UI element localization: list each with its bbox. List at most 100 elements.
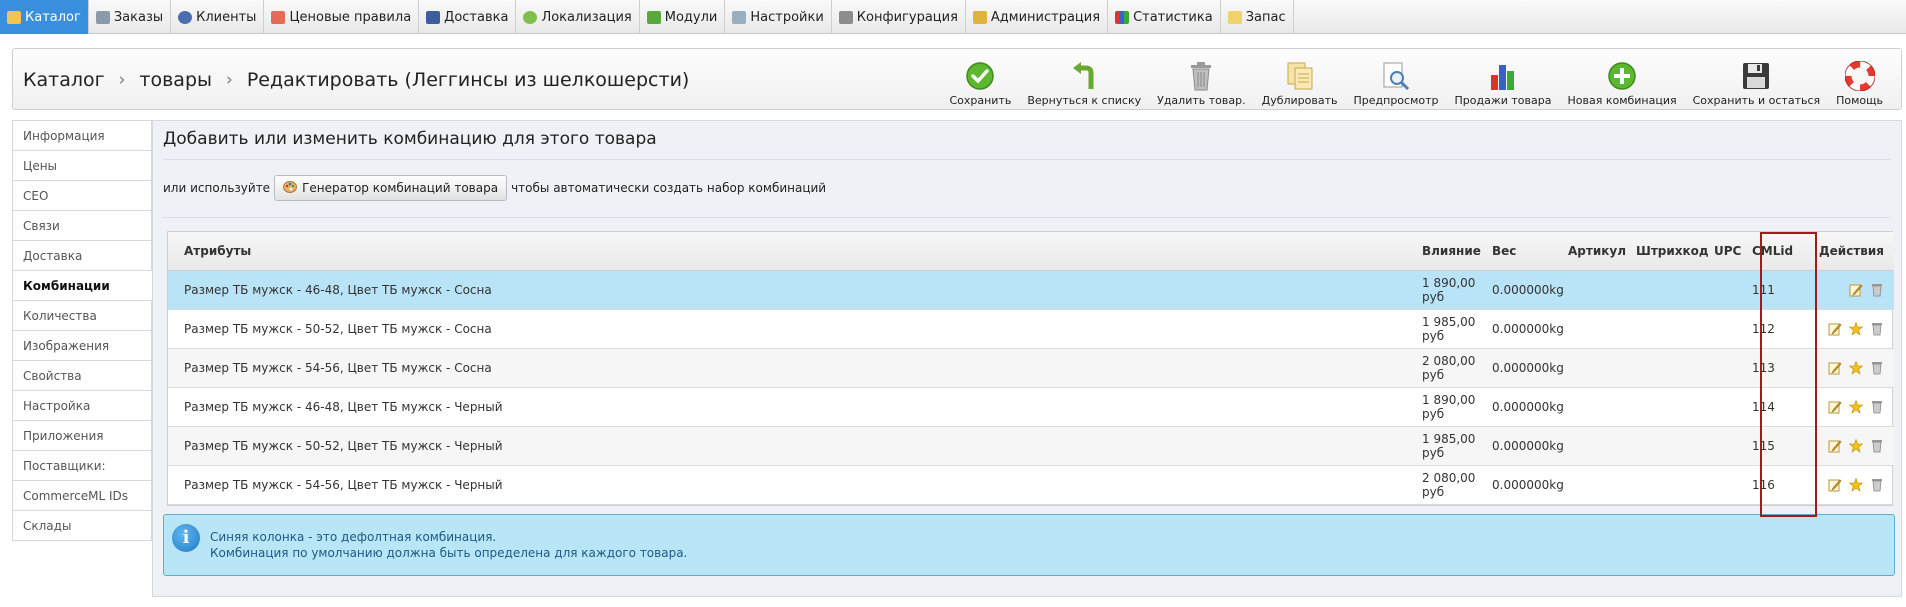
trash-icon[interactable] [1870,322,1884,336]
table-row[interactable]: Размер ТБ мужск - 50-52, Цвет ТБ мужск -… [168,309,1894,349]
sidebar-item-features[interactable]: Свойства [12,361,152,391]
impact-currency: руб [1422,367,1445,382]
make-default-star-icon[interactable] [1848,477,1864,492]
impact-amount: 1 890,00 [1422,392,1476,407]
edit-icon[interactable] [1828,400,1842,414]
sidebar-item-warehouses[interactable]: Склады [12,511,152,541]
trash-icon[interactable] [1870,400,1884,414]
breadcrumb: Каталог › товары › Редактировать (Леггин… [23,69,689,91]
trash-icon[interactable] [1870,283,1884,297]
menu-item-stock[interactable]: Запас [1221,0,1294,34]
table-row[interactable]: Размер ТБ мужск - 46-48, Цвет ТБ мужск -… [168,270,1894,310]
stock-box-icon [1227,10,1242,24]
save-check-icon [964,59,996,93]
cell-cmlid: 115 [1746,426,1802,466]
sidebar-item-images[interactable]: Изображения [12,331,152,361]
sidebar-item-associations[interactable]: Связи [12,211,152,241]
product-sales-button[interactable]: Продажи товара [1447,59,1560,107]
header-barcode: Штрихкод [1630,232,1709,271]
menu-item-catalog[interactable]: Каталог [0,0,89,34]
preview-button[interactable]: Предпросмотр [1346,59,1447,107]
cell-impact: 2 080,00 руб [1416,465,1486,505]
menu-item-administration[interactable]: Администрация [966,0,1109,34]
cell-cmlid: 112 [1746,309,1802,349]
menu-item-configuration[interactable]: Конфигурация [832,0,966,34]
menu-item-modules[interactable]: Модули [640,0,726,34]
edit-icon[interactable] [1828,439,1842,453]
sidebar-item-quantities[interactable]: Количества [12,301,152,331]
sidebar-item-customization[interactable]: Настройка [12,391,152,421]
edit-icon[interactable] [1849,283,1863,297]
sidebar-item-seo[interactable]: СЕО [12,181,152,211]
sidebar-item-shipping[interactable]: Доставка [12,241,152,271]
new-combination-label: Новая комбинация [1567,94,1677,107]
table-row[interactable]: Размер ТБ мужск - 50-52, Цвет ТБ мужск -… [168,426,1894,466]
cell-actions [1802,309,1894,349]
make-default-star-icon[interactable] [1848,399,1864,414]
info-line: Комбинация по умолчанию должна быть опре… [210,546,688,560]
menu-item-label: Настройки [750,9,824,25]
menu-item-label: Запас [1245,9,1286,25]
make-default-star-icon[interactable] [1848,360,1864,375]
cell-cmlid: 116 [1746,465,1802,505]
back-to-list-button[interactable]: Вернуться к списку [1019,59,1149,107]
sidebar-item-combinations[interactable]: Комбинации [12,271,152,301]
duplicate-icon [1284,59,1316,93]
new-combination-button[interactable]: Новая комбинация [1559,59,1684,107]
save-button[interactable]: Сохранить [941,59,1019,107]
combinations-table: Атрибуты Влияние Вес Артикул Штрихкод UP… [168,232,1894,505]
trash-icon[interactable] [1870,478,1884,492]
trash-icon[interactable] [1870,439,1884,453]
make-default-star-icon[interactable] [1848,438,1864,453]
sidebar-item-suppliers[interactable]: Поставщики: [12,451,152,481]
table-row[interactable]: Размер ТБ мужск - 54-56, Цвет ТБ мужск -… [168,465,1894,505]
product-tabs-sidebar: Информация Цены СЕО Связи Доставка Комби… [12,120,152,541]
menu-item-customers[interactable]: Клиенты [171,0,265,34]
menu-item-stats[interactable]: Статистика [1108,0,1221,34]
impact-currency: руб [1422,445,1445,460]
breadcrumb-catalog[interactable]: Каталог [23,69,105,91]
menu-item-localization[interactable]: Локализация [516,0,640,34]
menu-item-orders[interactable]: Заказы [89,0,172,34]
cell-weight: 0.000000kg [1486,348,1564,388]
trash-icon[interactable] [1870,361,1884,375]
edit-icon[interactable] [1828,361,1842,375]
sidebar-item-attachments[interactable]: Приложения [12,421,152,451]
impact-currency: руб [1422,406,1445,421]
impact-amount: 2 080,00 [1422,353,1476,368]
edit-icon[interactable] [1828,322,1842,336]
sidebar-item-commerceml-ids[interactable]: CommerceML IDs [12,481,152,511]
impact-amount: 1 985,00 [1422,314,1476,329]
save-and-stay-button[interactable]: Сохранить и остаться [1685,59,1829,107]
menu-item-label: Модули [664,9,718,25]
cell-reference [1562,309,1630,349]
combinations-table-wrapper: Атрибуты Влияние Вес Артикул Штрихкод UP… [167,231,1894,506]
delete-product-button[interactable]: Удалить товар. [1149,59,1253,107]
duplicate-button[interactable]: Дублировать [1254,59,1346,107]
table-row[interactable]: Размер ТБ мужск - 46-48, Цвет ТБ мужск -… [168,387,1894,427]
divider [163,159,1891,160]
price-rule-icon [271,10,286,24]
impact-amount: 1 890,00 [1422,275,1476,290]
cell-barcode [1630,348,1708,388]
cell-upc [1708,426,1746,466]
cell-weight: 0.000000kg [1486,465,1564,505]
help-button[interactable]: Помощь [1828,59,1891,107]
combination-generator-button[interactable]: Генератор комбинаций товара [274,175,508,201]
sidebar-item-information[interactable]: Информация [12,121,152,151]
menu-item-price-rules[interactable]: Ценовые правила [264,0,420,34]
back-to-list-label: Вернуться к списку [1027,94,1142,107]
cell-actions [1802,426,1894,466]
menu-item-shipping[interactable]: Доставка [419,0,517,34]
make-default-star-icon[interactable] [1848,321,1864,336]
edit-icon[interactable] [1828,478,1842,492]
duplicate-label: Дублировать [1261,94,1338,107]
cell-reference [1562,348,1630,388]
table-row[interactable]: Размер ТБ мужск - 54-56, Цвет ТБ мужск -… [168,348,1894,388]
menu-item-preferences[interactable]: Настройки [725,0,832,34]
cell-weight: 0.000000kg [1486,309,1564,349]
cell-cmlid: 114 [1746,387,1802,427]
sidebar-item-prices[interactable]: Цены [12,151,152,181]
cell-barcode [1630,387,1708,427]
breadcrumb-products[interactable]: товары [139,69,212,91]
